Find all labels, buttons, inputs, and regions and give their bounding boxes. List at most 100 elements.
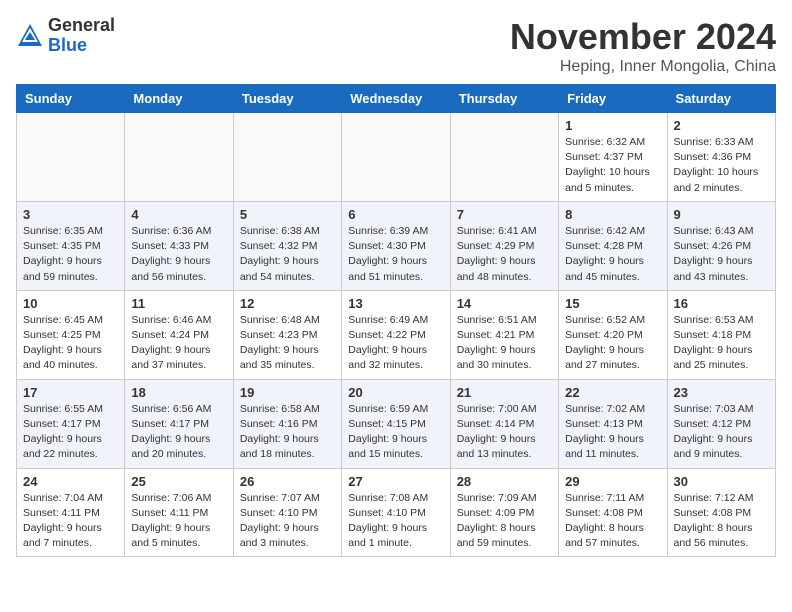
day-info: Sunrise: 6:51 AMSunset: 4:21 PMDaylight:… <box>457 313 552 374</box>
calendar-cell: 2 Sunrise: 6:33 AMSunset: 4:36 PMDaylight… <box>667 113 775 202</box>
calendar-cell <box>125 113 233 202</box>
calendar-cell: 22 Sunrise: 7:02 AMSunset: 4:13 PMDayligh… <box>559 379 667 468</box>
calendar-week-row: 24 Sunrise: 7:04 AMSunset: 4:11 PMDayligh… <box>17 468 776 557</box>
weekday-header: Tuesday <box>233 85 341 113</box>
day-info: Sunrise: 6:53 AMSunset: 4:18 PMDaylight:… <box>674 313 769 374</box>
calendar-cell: 28 Sunrise: 7:09 AMSunset: 4:09 PMDayligh… <box>450 468 558 557</box>
day-info: Sunrise: 6:58 AMSunset: 4:16 PMDaylight:… <box>240 402 335 463</box>
logo-icon <box>16 22 44 50</box>
day-info: Sunrise: 6:43 AMSunset: 4:26 PMDaylight:… <box>674 224 769 285</box>
day-number: 15 <box>565 296 660 311</box>
day-info: Sunrise: 6:42 AMSunset: 4:28 PMDaylight:… <box>565 224 660 285</box>
calendar-week-row: 10 Sunrise: 6:45 AMSunset: 4:25 PMDayligh… <box>17 290 776 379</box>
weekday-header-row: SundayMondayTuesdayWednesdayThursdayFrid… <box>17 85 776 113</box>
day-number: 21 <box>457 385 552 400</box>
calendar-cell: 29 Sunrise: 7:11 AMSunset: 4:08 PMDayligh… <box>559 468 667 557</box>
day-number: 7 <box>457 207 552 222</box>
weekday-header: Thursday <box>450 85 558 113</box>
calendar-cell: 8 Sunrise: 6:42 AMSunset: 4:28 PMDaylight… <box>559 201 667 290</box>
day-info: Sunrise: 7:11 AMSunset: 4:08 PMDaylight:… <box>565 491 660 552</box>
calendar-cell: 12 Sunrise: 6:48 AMSunset: 4:23 PMDayligh… <box>233 290 341 379</box>
calendar-cell: 11Sunrise: 6:46 AMSunset: 4:24 PMDayligh… <box>125 290 233 379</box>
calendar-cell: 26Sunrise: 7:07 AMSunset: 4:10 PMDayligh… <box>233 468 341 557</box>
day-number: 29 <box>565 474 660 489</box>
day-number: 12 <box>240 296 335 311</box>
day-number: 19 <box>240 385 335 400</box>
day-number: 17 <box>23 385 118 400</box>
day-info: Sunrise: 7:09 AMSunset: 4:09 PMDaylight:… <box>457 491 552 552</box>
calendar-cell: 15Sunrise: 6:52 AMSunset: 4:20 PMDayligh… <box>559 290 667 379</box>
weekday-header: Monday <box>125 85 233 113</box>
day-info: Sunrise: 6:55 AMSunset: 4:17 PMDaylight:… <box>23 402 118 463</box>
calendar-cell: 30Sunrise: 7:12 AMSunset: 4:08 PMDayligh… <box>667 468 775 557</box>
day-info: Sunrise: 6:49 AMSunset: 4:22 PMDaylight:… <box>348 313 443 374</box>
logo: General Blue <box>16 16 115 56</box>
day-number: 28 <box>457 474 552 489</box>
day-number: 16 <box>674 296 769 311</box>
day-number: 6 <box>348 207 443 222</box>
day-number: 1 <box>565 118 660 133</box>
day-info: Sunrise: 7:08 AMSunset: 4:10 PMDaylight:… <box>348 491 443 552</box>
day-number: 23 <box>674 385 769 400</box>
logo-blue-text: Blue <box>48 36 115 56</box>
calendar-cell: 16 Sunrise: 6:53 AMSunset: 4:18 PMDayligh… <box>667 290 775 379</box>
calendar-cell: 10 Sunrise: 6:45 AMSunset: 4:25 PMDayligh… <box>17 290 125 379</box>
day-number: 22 <box>565 385 660 400</box>
calendar-cell: 3Sunrise: 6:35 AMSunset: 4:35 PMDaylight… <box>17 201 125 290</box>
calendar-cell: 27 Sunrise: 7:08 AMSunset: 4:10 PMDayligh… <box>342 468 450 557</box>
weekday-header: Friday <box>559 85 667 113</box>
calendar-cell <box>233 113 341 202</box>
day-number: 13 <box>348 296 443 311</box>
day-info: Sunrise: 6:45 AMSunset: 4:25 PMDaylight:… <box>23 313 118 374</box>
day-info: Sunrise: 6:59 AMSunset: 4:15 PMDaylight:… <box>348 402 443 463</box>
day-info: Sunrise: 7:02 AMSunset: 4:13 PMDaylight:… <box>565 402 660 463</box>
day-info: Sunrise: 7:07 AMSunset: 4:10 PMDaylight:… <box>240 491 335 552</box>
logo-general-text: General <box>48 16 115 36</box>
calendar-week-row: 1 Sunrise: 6:32 AMSunset: 4:37 PMDaylight… <box>17 113 776 202</box>
calendar-cell: 9Sunrise: 6:43 AMSunset: 4:26 PMDaylight… <box>667 201 775 290</box>
calendar-cell: 13 Sunrise: 6:49 AMSunset: 4:22 PMDayligh… <box>342 290 450 379</box>
day-number: 5 <box>240 207 335 222</box>
calendar-cell: 1 Sunrise: 6:32 AMSunset: 4:37 PMDaylight… <box>559 113 667 202</box>
calendar-cell: 23 Sunrise: 7:03 AMSunset: 4:12 PMDayligh… <box>667 379 775 468</box>
calendar-cell: 6 Sunrise: 6:39 AMSunset: 4:30 PMDaylight… <box>342 201 450 290</box>
day-info: Sunrise: 6:48 AMSunset: 4:23 PMDaylight:… <box>240 313 335 374</box>
day-info: Sunrise: 6:46 AMSunset: 4:24 PMDaylight:… <box>131 313 226 374</box>
calendar-cell: 17 Sunrise: 6:55 AMSunset: 4:17 PMDayligh… <box>17 379 125 468</box>
calendar-cell: 24 Sunrise: 7:04 AMSunset: 4:11 PMDayligh… <box>17 468 125 557</box>
day-number: 24 <box>23 474 118 489</box>
day-number: 3 <box>23 207 118 222</box>
day-info: Sunrise: 7:03 AMSunset: 4:12 PMDaylight:… <box>674 402 769 463</box>
calendar-cell: 25 Sunrise: 7:06 AMSunset: 4:11 PMDayligh… <box>125 468 233 557</box>
calendar-cell: 21Sunrise: 7:00 AMSunset: 4:14 PMDayligh… <box>450 379 558 468</box>
day-info: Sunrise: 7:06 AMSunset: 4:11 PMDaylight:… <box>131 491 226 552</box>
day-number: 14 <box>457 296 552 311</box>
weekday-header: Saturday <box>667 85 775 113</box>
calendar-cell: 5Sunrise: 6:38 AMSunset: 4:32 PMDaylight… <box>233 201 341 290</box>
day-number: 30 <box>674 474 769 489</box>
day-number: 2 <box>674 118 769 133</box>
day-info: Sunrise: 6:32 AMSunset: 4:37 PMDaylight:… <box>565 135 660 196</box>
page-header: General Blue November 2024 Heping, Inner… <box>16 16 776 76</box>
calendar-table: SundayMondayTuesdayWednesdayThursdayFrid… <box>16 84 776 557</box>
weekday-header: Wednesday <box>342 85 450 113</box>
calendar-cell <box>342 113 450 202</box>
day-number: 27 <box>348 474 443 489</box>
calendar-cell: 20Sunrise: 6:59 AMSunset: 4:15 PMDayligh… <box>342 379 450 468</box>
day-number: 10 <box>23 296 118 311</box>
day-info: Sunrise: 6:33 AMSunset: 4:36 PMDaylight:… <box>674 135 769 196</box>
calendar-cell: 18Sunrise: 6:56 AMSunset: 4:17 PMDayligh… <box>125 379 233 468</box>
day-info: Sunrise: 7:04 AMSunset: 4:11 PMDaylight:… <box>23 491 118 552</box>
calendar-cell: 4 Sunrise: 6:36 AMSunset: 4:33 PMDaylight… <box>125 201 233 290</box>
day-info: Sunrise: 6:36 AMSunset: 4:33 PMDaylight:… <box>131 224 226 285</box>
day-number: 25 <box>131 474 226 489</box>
day-number: 8 <box>565 207 660 222</box>
calendar-cell: 14 Sunrise: 6:51 AMSunset: 4:21 PMDayligh… <box>450 290 558 379</box>
day-number: 4 <box>131 207 226 222</box>
calendar-week-row: 17 Sunrise: 6:55 AMSunset: 4:17 PMDayligh… <box>17 379 776 468</box>
month-title: November 2024 <box>510 16 776 58</box>
day-info: Sunrise: 6:41 AMSunset: 4:29 PMDaylight:… <box>457 224 552 285</box>
logo-text: General Blue <box>48 16 115 56</box>
day-info: Sunrise: 6:39 AMSunset: 4:30 PMDaylight:… <box>348 224 443 285</box>
title-area: November 2024 Heping, Inner Mongolia, Ch… <box>510 16 776 76</box>
